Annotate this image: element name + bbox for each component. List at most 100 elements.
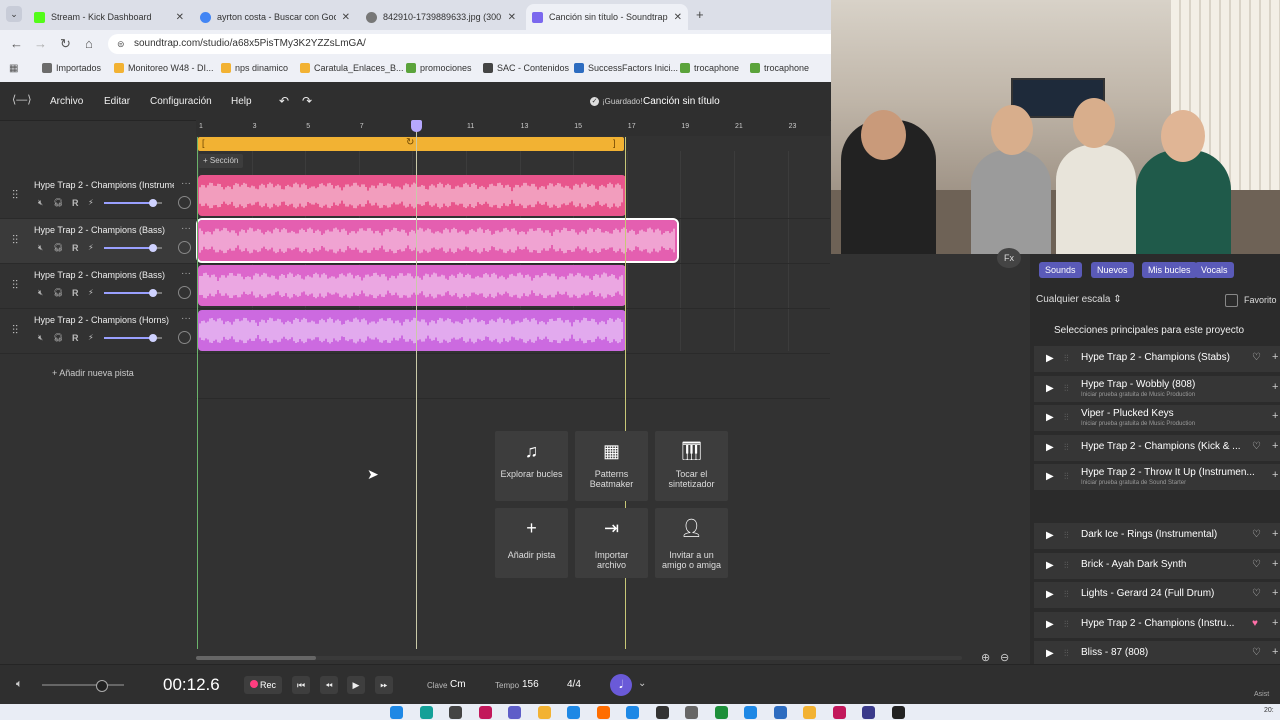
- track-header[interactable]: ⫶⫶ Hype Trap 2 - Champions (Horns) ··· 🔇︎ 🎧︎…: [0, 309, 196, 354]
- master-volume-knob[interactable]: [96, 680, 108, 692]
- pan-knob[interactable]: [178, 331, 191, 344]
- quick-action-tile[interactable]: + Añadir pista: [495, 508, 568, 578]
- add-icon[interactable]: +: [1272, 469, 1278, 481]
- headphones-icon[interactable]: 🎧︎: [53, 333, 63, 342]
- key-value[interactable]: Cm: [450, 679, 466, 690]
- taskbar-app-icon[interactable]: [596, 706, 610, 719]
- quick-action-tile[interactable]: 🎹︎ Tocar el sintetizador: [655, 431, 728, 501]
- quick-action-tile[interactable]: ▦ Patterns Beatmaker: [575, 431, 648, 501]
- track-name[interactable]: Hype Trap 2 - Champions (Bass): [34, 225, 174, 235]
- bookmark-item[interactable]: Caratula_Enlaces_B...: [300, 63, 404, 73]
- record-arm-icon[interactable]: R: [72, 243, 79, 253]
- pan-knob[interactable]: [178, 241, 191, 254]
- audio-clip[interactable]: [196, 218, 679, 263]
- track-name[interactable]: Hype Trap 2 - Champions (Horns): [34, 315, 174, 325]
- add-icon[interactable]: +: [1272, 381, 1278, 393]
- quick-action-tile[interactable]: ♫ Explorar bucles: [495, 431, 568, 501]
- playhead-line[interactable]: [416, 121, 417, 649]
- redo-icon[interactable]: ↷: [302, 94, 312, 108]
- pan-knob[interactable]: [178, 286, 191, 299]
- sound-list-item[interactable]: ▶ ⫶⫶ Brick - Ayah Dark Synth ♡ +: [1034, 552, 1280, 579]
- new-tab-icon[interactable]: +: [696, 7, 704, 22]
- project-title[interactable]: Canción sin título: [643, 96, 720, 107]
- play-icon[interactable]: ▶: [1046, 589, 1054, 600]
- horizontal-scrollbar[interactable]: [196, 656, 962, 660]
- heart-icon[interactable]: ♡: [1252, 559, 1261, 570]
- taskbar-app-icon[interactable]: [685, 706, 698, 719]
- loop-icon[interactable]: ↻: [406, 137, 414, 148]
- forward-icon[interactable]: →: [34, 36, 47, 51]
- record-arm-icon[interactable]: R: [72, 288, 79, 298]
- taskbar-app-icon[interactable]: [478, 706, 492, 719]
- audio-clip[interactable]: [198, 265, 626, 306]
- close-icon[interactable]: ✕: [342, 12, 350, 23]
- zoom-in-icon[interactable]: ⊕: [981, 651, 990, 664]
- mute-icon[interactable]: 🔇︎: [38, 243, 43, 253]
- bookmark-item[interactable]: trocaphone: [750, 63, 809, 73]
- record-button[interactable]: Rec: [244, 676, 282, 694]
- bookmark-item[interactable]: Importados: [42, 63, 101, 73]
- add-icon[interactable]: +: [1272, 558, 1278, 570]
- bookmark-item[interactable]: SuccessFactors Inici...: [574, 63, 678, 73]
- sound-list-item[interactable]: ▶ ⫶⫶ Viper - Plucked Keys Iniciar prueba gr…: [1034, 405, 1280, 431]
- menu-archivo[interactable]: Archivo: [50, 96, 83, 107]
- close-icon[interactable]: ✕: [508, 12, 516, 23]
- scale-select[interactable]: Cualquier escala ⇕: [1036, 294, 1122, 305]
- fx-button[interactable]: Fx: [997, 248, 1021, 268]
- tuner-icon[interactable]: ⚡︎: [88, 198, 94, 207]
- speaker-icon[interactable]: 🔈︎: [16, 678, 23, 691]
- add-icon[interactable]: +: [1272, 528, 1278, 540]
- metronome-button[interactable]: 𝅘𝅥: [610, 674, 632, 696]
- taskbar-app-icon[interactable]: [773, 706, 787, 719]
- play-icon[interactable]: ▶: [1046, 648, 1054, 659]
- headphones-icon[interactable]: 🎧︎: [53, 288, 63, 297]
- sound-list-item[interactable]: ▶ ⫶⫶ Hype Trap 2 - Throw It Up (Instrumen.…: [1034, 464, 1280, 490]
- bookmark-item[interactable]: nps dinamico: [221, 63, 288, 73]
- apps-grid-icon[interactable]: ▦: [9, 63, 18, 74]
- tab-google[interactable]: ayrton costa - Buscar con Google ✕: [194, 4, 356, 30]
- taskbar-app-icon[interactable]: [626, 706, 639, 719]
- taskbar-app-icon[interactable]: [508, 706, 521, 719]
- taskbar-app-icon[interactable]: [449, 706, 462, 719]
- heart-icon[interactable]: ♥: [1252, 618, 1258, 629]
- taskbar-app-icon[interactable]: [803, 706, 816, 719]
- playhead-handle[interactable]: [411, 120, 422, 132]
- volume-knob[interactable]: [149, 334, 158, 342]
- sound-list-item[interactable]: ▶ ⫶⫶ Hype Trap 2 - Champions (Kick & ... ♡ +: [1034, 434, 1280, 461]
- track-options-icon[interactable]: ···: [181, 178, 191, 189]
- taskbar-app-icon[interactable]: [714, 706, 728, 719]
- add-section-button[interactable]: + Sección: [198, 154, 244, 168]
- sound-list-item[interactable]: ▶ ⫶⫶ Lights - Gerard 24 (Full Drum) ♡ +: [1034, 582, 1280, 608]
- taskbar-app-icon[interactable]: [862, 706, 875, 719]
- play-icon[interactable]: ▶: [1046, 442, 1054, 453]
- tab-image[interactable]: 842910-1739889633.jpg (300× ✕: [360, 4, 522, 30]
- taskbar-app-icon[interactable]: [891, 706, 905, 719]
- add-icon[interactable]: +: [1272, 440, 1278, 452]
- play-icon[interactable]: ▶: [1046, 353, 1054, 364]
- track-volume-slider[interactable]: [104, 244, 162, 252]
- loop-end-icon[interactable]: ]: [613, 138, 616, 148]
- loop-start-icon[interactable]: [: [202, 138, 205, 148]
- chevron-down-icon[interactable]: ⌄: [638, 678, 646, 689]
- track-options-icon[interactable]: ···: [181, 313, 191, 324]
- heart-icon[interactable]: ♡: [1252, 647, 1261, 658]
- audio-clip[interactable]: [198, 175, 626, 216]
- tab-soundtrap[interactable]: Canción sin título - Soundtrap ✕: [526, 4, 688, 30]
- taskbar-app-icon[interactable]: [419, 706, 433, 719]
- tab-vocals[interactable]: Vocals: [1195, 262, 1234, 278]
- menu-editar[interactable]: Editar: [104, 96, 130, 107]
- heart-icon[interactable]: ♡: [1252, 352, 1261, 363]
- mute-icon[interactable]: 🔇︎: [38, 333, 43, 343]
- add-icon[interactable]: +: [1272, 646, 1278, 658]
- collapse-sidebar-icon[interactable]: ⟨—⟩: [12, 93, 32, 106]
- volume-knob[interactable]: [149, 289, 158, 297]
- play-icon[interactable]: ▶: [1046, 619, 1054, 630]
- heart-icon[interactable]: ♡: [1252, 588, 1261, 599]
- add-icon[interactable]: +: [1272, 351, 1278, 363]
- bookmark-item[interactable]: promociones: [406, 63, 472, 73]
- play-icon[interactable]: ▶: [1046, 530, 1054, 541]
- track-options-icon[interactable]: ···: [181, 268, 191, 279]
- track-volume-slider[interactable]: [104, 334, 162, 342]
- tab-search-icon[interactable]: ⌄: [6, 6, 22, 22]
- track-name[interactable]: Hype Trap 2 - Champions (Bass): [34, 270, 174, 280]
